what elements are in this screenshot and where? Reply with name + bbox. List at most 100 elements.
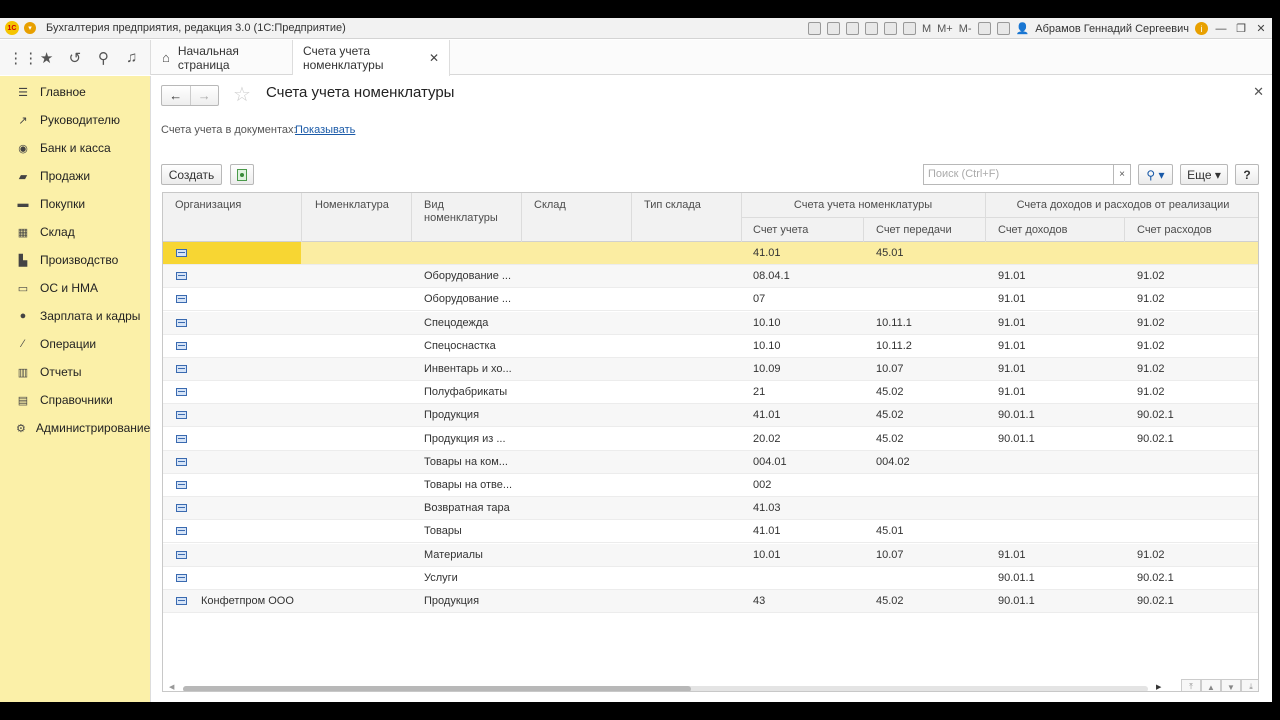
favorite-star-icon[interactable]: ☆ bbox=[233, 82, 251, 107]
panels-icon[interactable] bbox=[996, 22, 1010, 35]
col-kind-line2[interactable]: номенклатуры bbox=[424, 212, 498, 225]
cell-su[interactable]: 21 bbox=[753, 386, 765, 398]
col-warehouse[interactable]: Склад bbox=[534, 199, 566, 212]
cell-sd[interactable]: 91.01 bbox=[998, 549, 1026, 561]
table-row[interactable]: Оборудование ... 08.04.1 91.01 91.02 bbox=[163, 265, 1258, 289]
cell-su[interactable]: 20.02 bbox=[753, 433, 781, 445]
cell-sd[interactable]: 90.01.1 bbox=[998, 572, 1035, 584]
help-button[interactable]: ? bbox=[1235, 164, 1259, 185]
history-icon[interactable]: ↺ bbox=[65, 49, 85, 67]
cell-vid[interactable]: Товары bbox=[424, 525, 462, 537]
create-button[interactable]: Создать bbox=[161, 164, 222, 185]
table-row[interactable]: Товары на ком... 004.01 004.02 bbox=[163, 450, 1258, 474]
save-icon[interactable] bbox=[845, 22, 859, 35]
table-row[interactable]: Полуфабрикаты 21 45.02 91.01 91.02 bbox=[163, 381, 1258, 405]
cell-sr[interactable]: 90.02.1 bbox=[1137, 409, 1174, 421]
close-tab-icon[interactable]: ✕ bbox=[429, 51, 439, 65]
tab-accounts[interactable]: Счета учета номенклатуры ✕ bbox=[293, 40, 450, 76]
horizontal-scrollbar[interactable]: ◀ ▶ bbox=[163, 683, 1163, 691]
col-income-account[interactable]: Счет доходов bbox=[998, 224, 1067, 237]
cell-vid[interactable]: Полуфабрикаты bbox=[424, 386, 507, 398]
cell-sp[interactable]: 45.02 bbox=[876, 433, 904, 445]
cell-su[interactable]: 10.01 bbox=[753, 549, 781, 561]
back-arrow-icon[interactable]: ← bbox=[162, 86, 190, 105]
sidebar-item-catalogs[interactable]: ▤ Справочники bbox=[0, 386, 150, 414]
table-row[interactable]: 41.01 45.01 bbox=[163, 242, 1258, 265]
close-form-icon[interactable]: ✕ bbox=[1253, 84, 1264, 100]
cell-sp[interactable]: 45.02 bbox=[876, 595, 904, 607]
memory-button[interactable]: M bbox=[922, 23, 931, 35]
cell-vid[interactable]: Товары на отве... bbox=[424, 479, 512, 491]
docs-show-link[interactable]: Показывать bbox=[295, 124, 355, 136]
search-input[interactable]: Поиск (Ctrl+F) bbox=[923, 164, 1131, 185]
cell-vid[interactable]: Материалы bbox=[424, 549, 483, 561]
cell-vid[interactable]: Спецодежда bbox=[424, 317, 488, 329]
sidebar-item-operations[interactable]: ⁄ Операции bbox=[0, 330, 150, 358]
cell-su[interactable]: 07 bbox=[753, 293, 765, 305]
cell-sr[interactable]: 91.02 bbox=[1137, 270, 1165, 282]
cell-sr[interactable]: 91.02 bbox=[1137, 340, 1165, 352]
first-page-icon[interactable]: ⤒ bbox=[1181, 679, 1201, 691]
search-clear-button[interactable]: × bbox=[1113, 164, 1131, 185]
table-row[interactable]: Инвентарь и хо... 10.09 10.07 91.01 91.02 bbox=[163, 358, 1258, 381]
table-row[interactable]: Услуги 90.01.1 90.02.1 bbox=[163, 567, 1258, 590]
cell-sd[interactable]: 91.01 bbox=[998, 293, 1026, 305]
cell-su[interactable]: 10.09 bbox=[753, 363, 781, 375]
table-row[interactable]: Продукция 41.01 45.02 90.01.1 90.02.1 bbox=[163, 404, 1258, 428]
sidebar-item-manager[interactable]: ↗ Руководителю bbox=[0, 106, 150, 134]
table-row[interactable]: Продукция из ... 20.02 45.02 90.01.1 90.02.1 bbox=[163, 428, 1258, 451]
cell-sp[interactable]: 45.02 bbox=[876, 386, 904, 398]
cell-sd[interactable]: 91.01 bbox=[998, 340, 1026, 352]
col-nomenclature[interactable]: Номенклатура bbox=[315, 199, 389, 212]
table-row[interactable]: Возвратная тара 41.03 bbox=[163, 497, 1258, 521]
cell-sp[interactable]: 45.02 bbox=[876, 409, 904, 421]
more-button[interactable]: Еще ▾ bbox=[1180, 164, 1228, 185]
sidebar-item-salary[interactable]: ● Зарплата и кадры bbox=[0, 302, 150, 330]
sidebar-item-warehouse[interactable]: ▦ Склад bbox=[0, 218, 150, 246]
cell-su[interactable]: 43 bbox=[753, 595, 765, 607]
cell-vid[interactable]: Возвратная тара bbox=[424, 502, 510, 514]
user-name[interactable]: Абрамов Геннадий Сергеевич bbox=[1035, 23, 1189, 35]
scroll-right-icon[interactable]: ▶ bbox=[1156, 683, 1161, 691]
preview-icon[interactable] bbox=[826, 22, 840, 35]
bell-icon[interactable]: ♫ bbox=[122, 49, 142, 66]
cell-su[interactable]: 41.01 bbox=[753, 409, 781, 421]
cell-su[interactable]: 41.01 bbox=[753, 525, 781, 537]
cell-su[interactable]: 002 bbox=[753, 479, 771, 491]
info-icon[interactable]: i bbox=[1195, 22, 1208, 35]
forward-arrow-icon[interactable]: → bbox=[189, 86, 219, 105]
cell-sp[interactable]: 10.11.1 bbox=[876, 317, 912, 329]
col-warehouse-type[interactable]: Тип склада bbox=[644, 199, 701, 212]
zoom-icon[interactable] bbox=[977, 22, 991, 35]
search-button[interactable]: ⚲ ▾ bbox=[1138, 164, 1173, 185]
cell-org[interactable]: Конфетпром ООО bbox=[201, 595, 294, 607]
minimize-icon[interactable]: — bbox=[1214, 23, 1228, 35]
cell-vid[interactable]: Товары на ком... bbox=[424, 456, 508, 468]
cell-sr[interactable]: 91.02 bbox=[1137, 549, 1165, 561]
cell-sr[interactable]: 91.02 bbox=[1137, 293, 1165, 305]
cell-sr[interactable]: 90.02.1 bbox=[1137, 595, 1174, 607]
close-window-icon[interactable]: ✕ bbox=[1254, 22, 1268, 35]
cell-sd[interactable]: 91.01 bbox=[998, 317, 1026, 329]
scroll-thumb[interactable] bbox=[183, 686, 691, 691]
cell-vid[interactable]: Оборудование ... bbox=[424, 270, 511, 282]
attach-icon[interactable] bbox=[864, 22, 878, 35]
table-row[interactable]: Спецоснастка 10.10 10.11.2 91.01 91.02 bbox=[163, 335, 1258, 358]
cell-sd[interactable]: 90.01.1 bbox=[998, 409, 1035, 421]
scroll-left-icon[interactable]: ◀ bbox=[169, 683, 174, 691]
cell-sr[interactable]: 91.02 bbox=[1137, 386, 1165, 398]
cell-vid[interactable]: Продукция bbox=[424, 409, 479, 421]
copy-button[interactable] bbox=[230, 164, 254, 185]
memory-minus-button[interactable]: M- bbox=[959, 23, 972, 35]
cell-su[interactable]: 004.01 bbox=[753, 456, 787, 468]
restore-icon[interactable]: ❐ bbox=[1234, 22, 1248, 35]
cell-su[interactable]: 08.04.1 bbox=[753, 270, 790, 282]
cell-sp[interactable]: 004.02 bbox=[876, 456, 910, 468]
star-icon[interactable]: ★ bbox=[37, 49, 57, 67]
cell-su[interactable]: 41.03 bbox=[753, 502, 781, 514]
sidebar-item-sales[interactable]: ▰ Продажи bbox=[0, 162, 150, 190]
cell-sp[interactable]: 45.01 bbox=[876, 247, 904, 259]
col-expense-account[interactable]: Счет расходов bbox=[1137, 224, 1212, 237]
cell-su[interactable]: 10.10 bbox=[753, 340, 781, 352]
sidebar-item-bank[interactable]: ◉ Банк и касса bbox=[0, 134, 150, 162]
